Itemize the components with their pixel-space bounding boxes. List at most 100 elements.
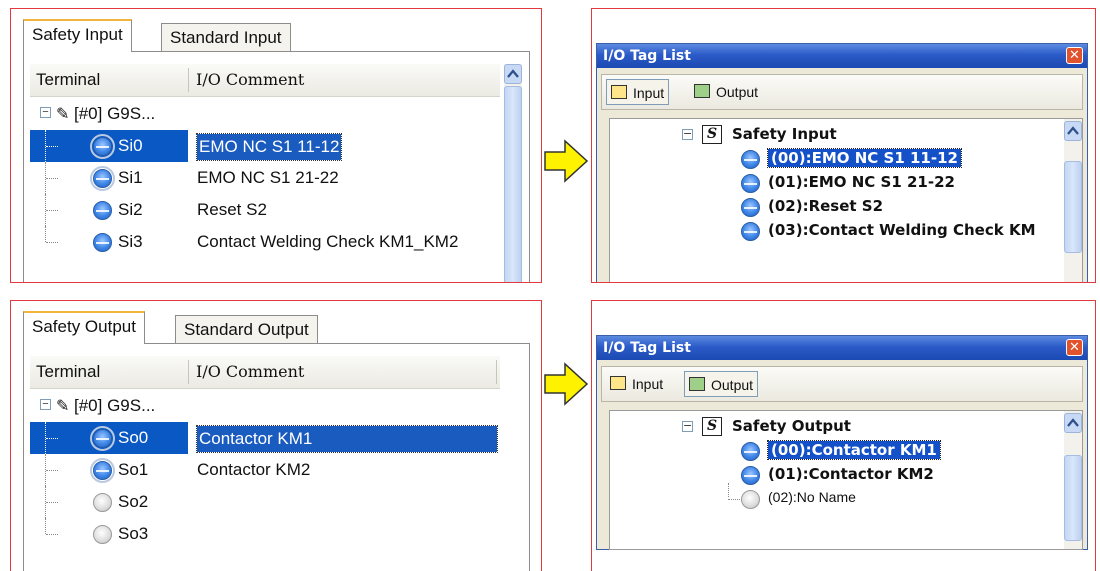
scroll-thumb[interactable] [504,86,522,282]
tab-safety-input[interactable]: Safety Input [23,19,132,52]
io-comment-cell[interactable]: Contact Welding Check KM1_KM2 [197,232,458,252]
group-label: Safety Output [732,417,851,435]
tab-standard-output[interactable]: Standard Output [175,315,318,343]
io-comment-cell[interactable]: Reset S2 [197,200,267,220]
scroll-thumb[interactable] [1064,455,1082,541]
table-row[interactable]: Si3 Contact Welding Check KM1_KM2 [30,226,500,258]
window-titlebar[interactable]: I/O Tag List ✕ [597,44,1087,68]
device-label: [#0] G9S... [74,396,156,415]
window-title: I/O Tag List [603,340,691,356]
vertical-scrollbar[interactable] [504,64,522,282]
vertical-scrollbar[interactable] [1064,411,1082,549]
terminal-label: Si1 [118,168,143,187]
device-icon: ✎ [56,398,70,415]
tag-label: (00):EMO NC S1 11-12 [767,148,962,168]
tag-list-toolbar: Input Output [601,366,1083,402]
table-row[interactable]: Si2 Reset S2 [30,194,500,226]
tag-label: (02):Reset S2 [768,197,884,215]
tag-list-input-panel: I/O Tag List ✕ Input Output − S Safety I… [591,8,1096,283]
terminal-grid-container: Terminal I/O Comment − ✎ [#0] G9S... So0… [23,343,530,571]
right-arrow-icon [544,139,589,183]
device-row[interactable]: − ✎ [#0] G9S... [30,390,500,422]
grid-header: Terminal I/O Comment [30,356,500,389]
device-row[interactable]: − ✎ [#0] G9S... [30,98,500,130]
table-row[interactable]: So2 [30,486,500,518]
output-button[interactable]: Output [684,371,759,397]
tag-label: (00):Contactor KM1 [767,440,941,460]
io-comment-cell[interactable]: EMO NC S1 11-12 [195,133,343,161]
output-button[interactable]: Output [690,79,762,105]
safety-output-terminal-icon [90,426,115,451]
safety-input-terminal-icon [90,134,115,159]
right-arrow-icon [544,362,589,406]
column-header-io-comment[interactable]: I/O Comment [196,64,304,96]
collapse-icon[interactable]: − [682,128,693,140]
safety-input-tag-icon [741,198,760,217]
close-icon[interactable]: ✕ [1066,339,1083,356]
safety-output-editor-panel: Safety Output Standard Output Terminal I… [10,300,542,571]
unassigned-terminal-icon [93,525,112,544]
io-comment-cell[interactable]: Contactor KM2 [197,460,310,480]
scroll-up-icon[interactable] [1064,121,1082,141]
table-row[interactable]: So3 [30,518,500,550]
safety-input-terminal-icon [93,233,112,252]
output-button-label: Output [711,377,754,393]
io-tag-list-window: I/O Tag List ✕ Input Output − S Safety O… [596,335,1088,550]
terminal-label: So3 [118,524,149,543]
safety-group-icon: S [702,417,722,436]
column-header-io-comment[interactable]: I/O Comment [196,356,304,388]
terminal-label: Si2 [118,200,143,219]
input-button[interactable]: Input [606,371,667,397]
table-row[interactable]: So1 Contactor KM2 [30,454,500,486]
io-comment-cell[interactable]: EMO NC S1 21-22 [197,168,339,188]
window-title: I/O Tag List [603,48,691,64]
terminal-label: Si0 [118,136,143,155]
safety-input-tag-icon [741,150,760,169]
column-header-terminal[interactable]: Terminal [36,64,100,96]
output-button-label: Output [716,84,759,100]
group-label: Safety Input [732,125,837,143]
input-button-label: Input [633,85,665,101]
io-comment-cell[interactable]: Contactor KM1 [196,425,498,453]
input-button-label: Input [632,376,664,392]
collapse-icon[interactable]: − [682,420,693,432]
safety-group-icon: S [702,125,722,144]
input-icon [611,85,627,99]
window-titlebar[interactable]: I/O Tag List ✕ [597,336,1087,360]
close-icon[interactable]: ✕ [1066,47,1083,64]
collapse-icon[interactable]: − [40,399,51,410]
safety-output-tag-icon [741,466,760,485]
unassigned-tag-icon [741,490,760,509]
tag-label: (02):No Name [768,489,856,505]
tag-list-output-panel: I/O Tag List ✕ Input Output − S Safety O… [591,300,1096,571]
tag-tree: − S Safety Output (00):Contactor KM1 (01… [609,410,1083,550]
tag-list-toolbar: Input Output [601,74,1083,110]
tag-label: (01):EMO NC S1 21-22 [768,173,955,191]
tab-safety-output[interactable]: Safety Output [23,311,145,344]
safety-input-terminal-icon [93,201,112,220]
output-icon [694,84,710,98]
scroll-up-icon[interactable] [1064,413,1082,433]
column-header-terminal[interactable]: Terminal [36,356,100,388]
collapse-icon[interactable]: − [40,107,51,118]
scroll-up-icon[interactable] [504,64,522,84]
tab-standard-input[interactable]: Standard Input [161,23,291,51]
safety-output-terminal-icon [90,458,115,483]
device-icon: ✎ [56,106,70,123]
unassigned-terminal-icon [93,493,112,512]
tag-label: (03):Contact Welding Check KM [768,221,1036,239]
scroll-thumb[interactable] [1064,161,1082,253]
output-icon [689,377,705,391]
tag-label: (01):Contactor KM2 [768,465,934,483]
table-row[interactable]: Si0 EMO NC S1 11-12 [30,130,500,162]
safety-input-editor-panel: Safety Input Standard Input Terminal I/O… [10,8,542,283]
grid-header: Terminal I/O Comment [30,64,500,97]
terminal-label: So0 [118,428,149,447]
tag-tree: − S Safety Input (00):EMO NC S1 11-12 (0… [609,118,1083,282]
terminal-label: So1 [118,460,149,479]
input-icon [610,376,626,390]
input-button[interactable]: Input [606,79,670,105]
table-row[interactable]: Si1 EMO NC S1 21-22 [30,162,500,194]
table-row[interactable]: So0 Contactor KM1 [30,422,500,454]
vertical-scrollbar[interactable] [1064,119,1082,282]
